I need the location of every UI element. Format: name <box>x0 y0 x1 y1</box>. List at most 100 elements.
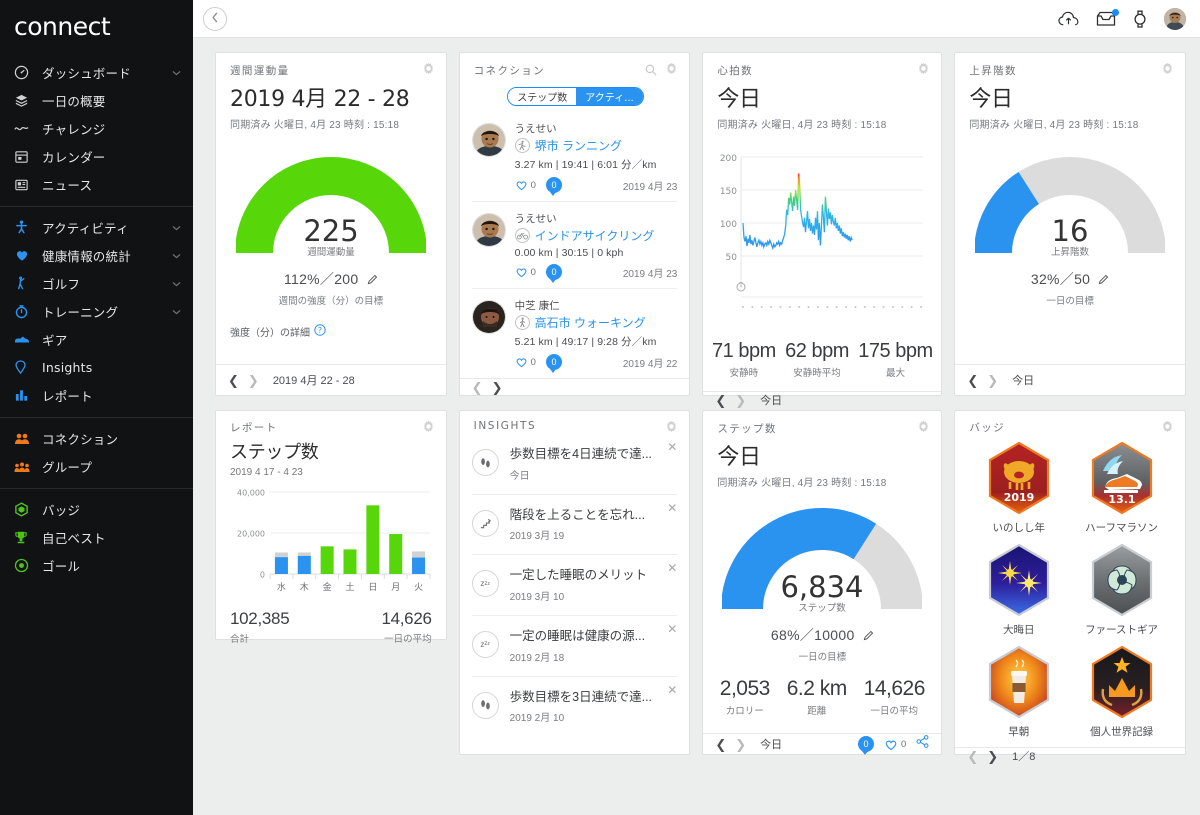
sidebar-item-activities[interactable]: アクティビティ <box>0 213 193 241</box>
gear-icon[interactable] <box>422 420 435 438</box>
avatar[interactable] <box>1164 7 1186 30</box>
next-button[interactable]: ❯ <box>735 394 746 407</box>
close-icon[interactable]: ✕ <box>667 622 677 636</box>
badge-item[interactable]: 2019 いのしし年 <box>969 441 1068 535</box>
badge-item[interactable]: 13.1 ハーフマラソン <box>1072 441 1171 535</box>
like-button[interactable]: 0 <box>515 356 536 368</box>
like-button[interactable]: 0 <box>515 266 536 278</box>
watch-icon[interactable] <box>1133 10 1147 28</box>
next-button[interactable]: ❯ <box>735 738 746 751</box>
activity-link[interactable]: 堺市 ランニング <box>514 137 678 154</box>
comment-bubble[interactable]: 0 <box>545 177 562 196</box>
like-button[interactable]: 0 <box>884 738 906 751</box>
prev-button[interactable]: ❮ <box>967 374 978 387</box>
badge-item[interactable]: 早朝 <box>969 645 1068 739</box>
chevron-down-icon[interactable] <box>172 63 181 81</box>
avatar[interactable] <box>471 300 506 334</box>
sidebar-item-connections[interactable]: コネクション <box>0 424 193 452</box>
list-item[interactable]: 歩数目標を3日連続で達... 2019 2月 10 ✕ <box>471 677 677 737</box>
gear-icon[interactable] <box>665 62 678 80</box>
gear-icon[interactable] <box>917 62 930 80</box>
intensity-detail-link[interactable]: 強度（分）の詳細 ? <box>216 324 446 347</box>
comment-bubble[interactable]: 0 <box>545 264 562 283</box>
sidebar-item-groups[interactable]: グループ <box>0 452 193 480</box>
logo-container[interactable]: connect <box>0 0 193 52</box>
badge-item[interactable]: 個人世界記録 <box>1072 645 1171 739</box>
next-button[interactable]: ❯ <box>987 750 998 763</box>
list-item[interactable]: 歩数目標を4日連続で達... 今日 ✕ <box>471 434 678 495</box>
close-icon[interactable]: ✕ <box>667 683 677 697</box>
prev-button[interactable]: ❮ <box>472 381 483 394</box>
sidebar-item-personal-records[interactable]: 自己ベスト <box>0 523 193 551</box>
next-button[interactable]: ❯ <box>492 381 503 394</box>
sidebar-item-label: バッジ <box>42 502 81 518</box>
back-button[interactable] <box>203 6 227 31</box>
goal-value[interactable]: 112%／200 <box>284 269 378 289</box>
stat-caption: 安静時 <box>729 368 759 379</box>
svg-text:13.1: 13.1 <box>1108 493 1135 506</box>
like-button[interactable]: 0 <box>515 179 536 191</box>
edit-pencil-icon[interactable] <box>863 627 874 643</box>
comment-bubble[interactable]: 0 <box>858 736 875 755</box>
goal-value[interactable]: 32%／50 <box>1031 269 1110 289</box>
chevron-down-icon[interactable] <box>172 302 181 320</box>
badge-item[interactable]: 大晦日 <box>969 543 1068 637</box>
prev-button[interactable]: ❮ <box>715 738 726 751</box>
chevron-down-icon[interactable] <box>172 274 181 292</box>
prev-button[interactable]: ❮ <box>715 394 726 407</box>
chevron-down-icon[interactable] <box>172 218 181 236</box>
avatar[interactable] <box>471 213 506 247</box>
edit-pencil-icon[interactable] <box>1098 271 1109 287</box>
search-icon[interactable] <box>645 63 657 81</box>
sidebar-item-training[interactable]: トレーニング <box>0 297 193 325</box>
sidebar-item-goals[interactable]: ゴール <box>0 551 193 579</box>
sidebar-item-health-stats[interactable]: 健康情報の統計 <box>0 241 193 269</box>
gear-icon[interactable] <box>1161 420 1174 438</box>
list-item[interactable]: zzz 一定の睡眠は健康の源... 2019 2月 18 ✕ <box>471 616 678 677</box>
activity-meta: 0 0 2019 4月 22 <box>515 354 677 373</box>
segment-steps[interactable]: ステップ数 <box>508 88 577 105</box>
detail-link-label: 強度（分）の詳細 <box>230 328 310 339</box>
share-icon[interactable] <box>916 735 929 753</box>
prev-button[interactable]: ❮ <box>228 374 239 387</box>
sidebar-item-reports[interactable]: レポート <box>0 381 193 409</box>
sidebar-item-insights[interactable]: Insights <box>0 353 193 381</box>
list-item[interactable]: zzz 一定した睡眠のメリット 2019 3月 10 ✕ <box>471 555 678 616</box>
goal-value[interactable]: 68%／10000 <box>771 625 874 645</box>
chevron-down-icon[interactable] <box>172 246 181 264</box>
card-kicker: バッジ <box>969 422 1006 434</box>
sidebar-item-calendar[interactable]: カレンダー <box>0 142 193 170</box>
total-block: 102,385 合計 <box>230 609 290 645</box>
connections-list: うえせい 堺市 ランニング 3.27 km | 19:41 | 6:01 分／k… <box>460 108 690 378</box>
close-icon[interactable]: ✕ <box>667 501 677 515</box>
sidebar-item-gear[interactable]: ギア <box>0 325 193 353</box>
edit-pencil-icon[interactable] <box>367 271 378 287</box>
prev-button[interactable]: ❮ <box>967 750 978 763</box>
next-button[interactable]: ❯ <box>248 374 259 387</box>
avatar[interactable] <box>471 123 506 157</box>
segment-activities[interactable]: アクティ... <box>576 88 643 105</box>
sidebar-item-badges[interactable]: バッジ <box>0 495 193 523</box>
close-icon[interactable]: ✕ <box>667 440 677 454</box>
badge-art-personal-record <box>1091 645 1152 719</box>
activity-link[interactable]: インドアサイクリング <box>514 227 678 244</box>
list-item[interactable]: 階段を上ることを忘れ... 2019 3月 19 ✕ <box>471 495 678 556</box>
sidebar-item-golf[interactable]: ゴルフ <box>0 269 193 297</box>
gear-icon[interactable] <box>422 62 435 80</box>
inbox-icon[interactable] <box>1096 8 1119 27</box>
gear-icon[interactable] <box>917 420 930 438</box>
sidebar-item-daily-summary[interactable]: 一日の概要 <box>0 86 193 114</box>
sidebar-item-challenges[interactable]: チャレンジ <box>0 114 193 142</box>
sidebar-item-dashboard[interactable]: ダッシュボード <box>0 58 193 86</box>
help-icon[interactable]: ? <box>314 324 326 339</box>
next-button[interactable]: ❯ <box>987 374 998 387</box>
comment-bubble[interactable]: 0 <box>545 354 562 373</box>
sidebar-item-news[interactable]: ニュース <box>0 170 193 198</box>
close-icon[interactable]: ✕ <box>667 561 677 575</box>
badge-item[interactable]: ファーストギア <box>1072 543 1171 637</box>
activity-link[interactable]: 高石市 ウォーキング <box>514 314 678 331</box>
insight-text: 歩数目標を3日連続で達... <box>509 689 653 704</box>
cloud-upload-icon[interactable] <box>1058 11 1079 27</box>
gear-icon[interactable] <box>1161 62 1174 80</box>
footer-label: 1／8 <box>1012 751 1036 763</box>
